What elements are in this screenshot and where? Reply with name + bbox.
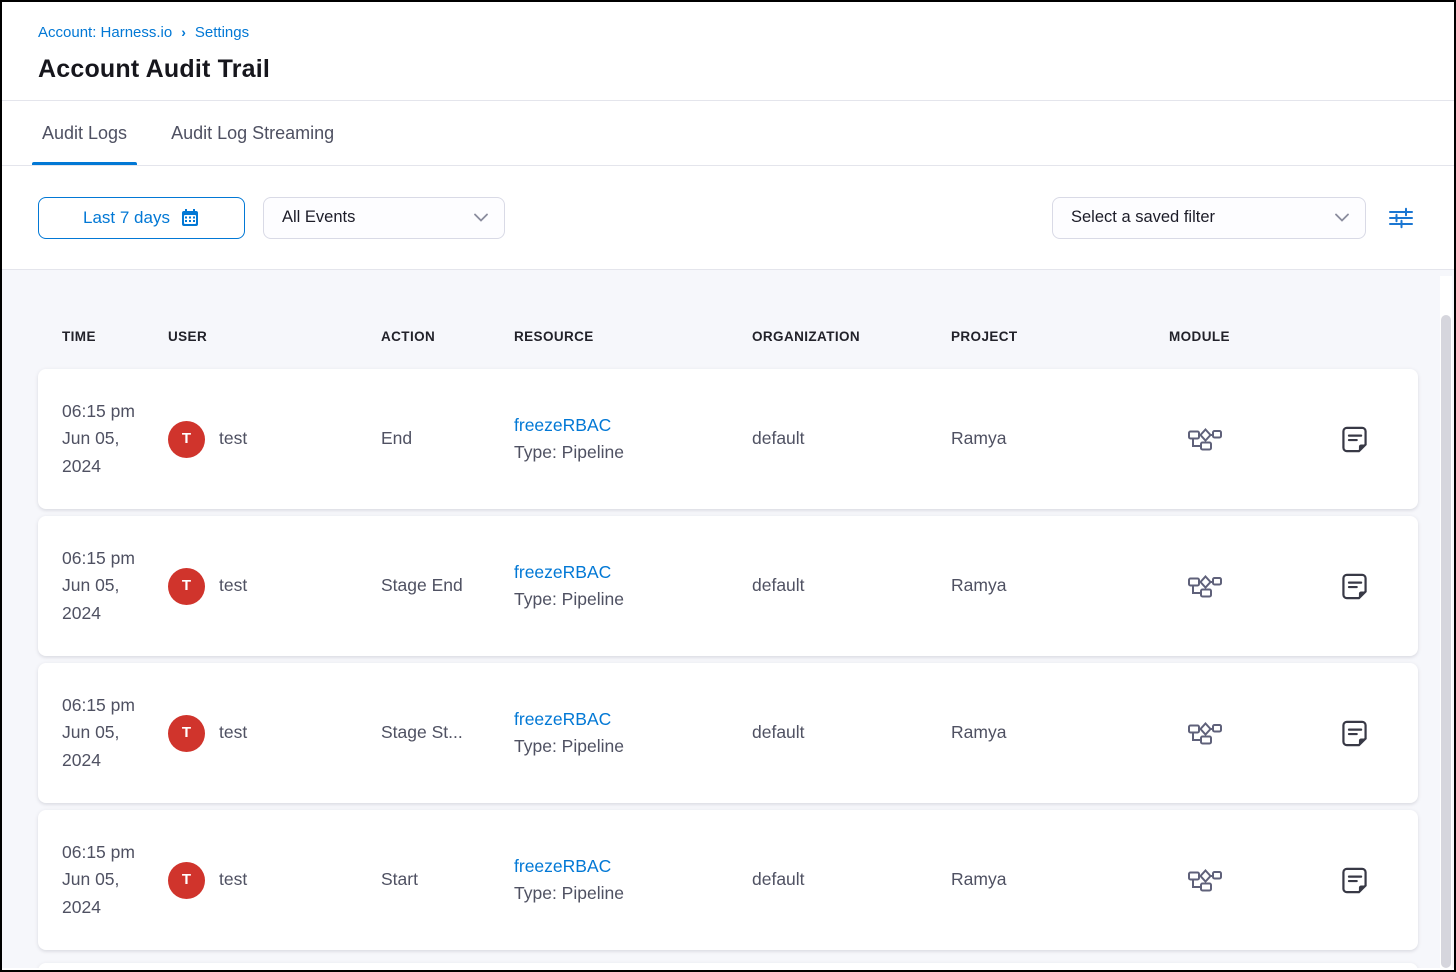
time-cell: 06:15 pm Jun 05, 2024 bbox=[62, 545, 168, 626]
user-name: test bbox=[219, 719, 247, 746]
user-cell: T test bbox=[168, 715, 381, 752]
user-name: test bbox=[219, 425, 247, 452]
notes-icon bbox=[1339, 424, 1370, 455]
resource-link[interactable]: freezeRBAC bbox=[514, 559, 611, 586]
filter-bar: Last 7 days All Events Select a saved fi… bbox=[2, 166, 1454, 269]
table-row: 06:15 pm Jun 05, 2024 T test Start freez… bbox=[38, 810, 1418, 950]
events-dropdown-value: All Events bbox=[282, 208, 355, 227]
action-cell: Stage St... bbox=[381, 719, 514, 746]
date-value: Jun 05, 2024 bbox=[62, 719, 154, 773]
date-range-button[interactable]: Last 7 days bbox=[38, 197, 245, 239]
user-cell: T test bbox=[168, 421, 381, 458]
event-summary-button[interactable] bbox=[1339, 571, 1370, 602]
column-header-module: MODULE bbox=[1169, 329, 1291, 344]
notes-icon bbox=[1339, 865, 1370, 896]
table-row-partial bbox=[38, 963, 1418, 968]
event-summary-button[interactable] bbox=[1339, 424, 1370, 455]
time-value: 06:15 pm bbox=[62, 398, 154, 425]
user-cell: T test bbox=[168, 862, 381, 899]
user-cell: T test bbox=[168, 568, 381, 605]
page-header: Account: Harness.io › Settings Account A… bbox=[2, 2, 1454, 100]
resource-link[interactable]: freezeRBAC bbox=[514, 706, 611, 733]
action-cell: Stage End bbox=[381, 572, 514, 599]
time-cell: 06:15 pm Jun 05, 2024 bbox=[62, 398, 168, 479]
resource-type: Type: Pipeline bbox=[514, 439, 752, 466]
breadcrumb-settings-link[interactable]: Settings bbox=[195, 24, 249, 41]
resource-cell: freezeRBAC Type: Pipeline bbox=[514, 853, 752, 907]
resource-type: Type: Pipeline bbox=[514, 733, 752, 760]
time-value: 06:15 pm bbox=[62, 545, 154, 572]
user-name: test bbox=[219, 572, 247, 599]
breadcrumb: Account: Harness.io › Settings bbox=[38, 24, 1418, 41]
tab-audit-log-streaming[interactable]: Audit Log Streaming bbox=[167, 101, 338, 165]
organization-cell: default bbox=[752, 719, 951, 746]
organization-cell: default bbox=[752, 866, 951, 893]
avatar: T bbox=[168, 862, 205, 899]
project-cell: Ramya bbox=[951, 719, 1169, 746]
action-cell: Start bbox=[381, 866, 514, 893]
sliders-icon bbox=[1388, 205, 1414, 231]
notes-icon bbox=[1339, 718, 1370, 749]
column-header-user: USER bbox=[168, 329, 381, 344]
project-cell: Ramya bbox=[951, 866, 1169, 893]
chevron-down-icon bbox=[474, 213, 488, 222]
action-cell: End bbox=[381, 425, 514, 452]
project-cell: Ramya bbox=[951, 425, 1169, 452]
project-cell: Ramya bbox=[951, 572, 1169, 599]
column-header-action: ACTION bbox=[381, 329, 514, 344]
resource-cell: freezeRBAC Type: Pipeline bbox=[514, 559, 752, 613]
organization-cell: default bbox=[752, 425, 951, 452]
organization-cell: default bbox=[752, 572, 951, 599]
notes-icon bbox=[1339, 571, 1370, 602]
chevron-down-icon bbox=[1335, 213, 1349, 222]
page-title: Account Audit Trail bbox=[38, 55, 1418, 100]
pipeline-module-icon bbox=[1169, 573, 1223, 600]
date-range-label: Last 7 days bbox=[83, 208, 170, 228]
table-row: 06:15 pm Jun 05, 2024 T test End freezeR… bbox=[38, 369, 1418, 509]
avatar: T bbox=[168, 715, 205, 752]
tab-audit-logs[interactable]: Audit Logs bbox=[38, 101, 131, 165]
scrollbar-thumb[interactable] bbox=[1441, 315, 1451, 968]
time-value: 06:15 pm bbox=[62, 839, 154, 866]
user-name: test bbox=[219, 866, 247, 893]
resource-type: Type: Pipeline bbox=[514, 880, 752, 907]
column-header-resource: RESOURCE bbox=[514, 329, 752, 344]
column-header-time: TIME bbox=[62, 329, 168, 344]
time-cell: 06:15 pm Jun 05, 2024 bbox=[62, 692, 168, 773]
time-value: 06:15 pm bbox=[62, 692, 154, 719]
column-header-project: PROJECT bbox=[951, 329, 1169, 344]
saved-filter-dropdown[interactable]: Select a saved filter bbox=[1052, 197, 1366, 239]
resource-cell: freezeRBAC Type: Pipeline bbox=[514, 412, 752, 466]
resource-type: Type: Pipeline bbox=[514, 586, 752, 613]
avatar: T bbox=[168, 568, 205, 605]
filter-settings-button[interactable] bbox=[1384, 201, 1418, 235]
event-summary-button[interactable] bbox=[1339, 718, 1370, 749]
resource-link[interactable]: freezeRBAC bbox=[514, 412, 611, 439]
column-header-organization: ORGANIZATION bbox=[752, 329, 951, 344]
calendar-icon bbox=[180, 208, 200, 228]
audit-table: TIME USER ACTION RESOURCE ORGANIZATION P… bbox=[2, 270, 1454, 968]
table-row: 06:15 pm Jun 05, 2024 T test Stage St...… bbox=[38, 663, 1418, 803]
pipeline-module-icon bbox=[1169, 720, 1223, 747]
table-row: 06:15 pm Jun 05, 2024 T test Stage End f… bbox=[38, 516, 1418, 656]
event-summary-button[interactable] bbox=[1339, 865, 1370, 896]
date-value: Jun 05, 2024 bbox=[62, 425, 154, 479]
breadcrumb-account-link[interactable]: Account: Harness.io bbox=[38, 24, 172, 41]
date-value: Jun 05, 2024 bbox=[62, 866, 154, 920]
events-dropdown[interactable]: All Events bbox=[263, 197, 505, 239]
resource-cell: freezeRBAC Type: Pipeline bbox=[514, 706, 752, 760]
resource-link[interactable]: freezeRBAC bbox=[514, 853, 611, 880]
vertical-scrollbar bbox=[1440, 276, 1452, 968]
saved-filter-value: Select a saved filter bbox=[1071, 208, 1215, 227]
time-cell: 06:15 pm Jun 05, 2024 bbox=[62, 839, 168, 920]
tab-bar: Audit Logs Audit Log Streaming bbox=[2, 101, 1454, 165]
pipeline-module-icon bbox=[1169, 867, 1223, 894]
breadcrumb-separator-icon: › bbox=[181, 24, 186, 40]
avatar: T bbox=[168, 421, 205, 458]
date-value: Jun 05, 2024 bbox=[62, 572, 154, 626]
pipeline-module-icon bbox=[1169, 426, 1223, 453]
table-header-row: TIME USER ACTION RESOURCE ORGANIZATION P… bbox=[38, 329, 1418, 344]
